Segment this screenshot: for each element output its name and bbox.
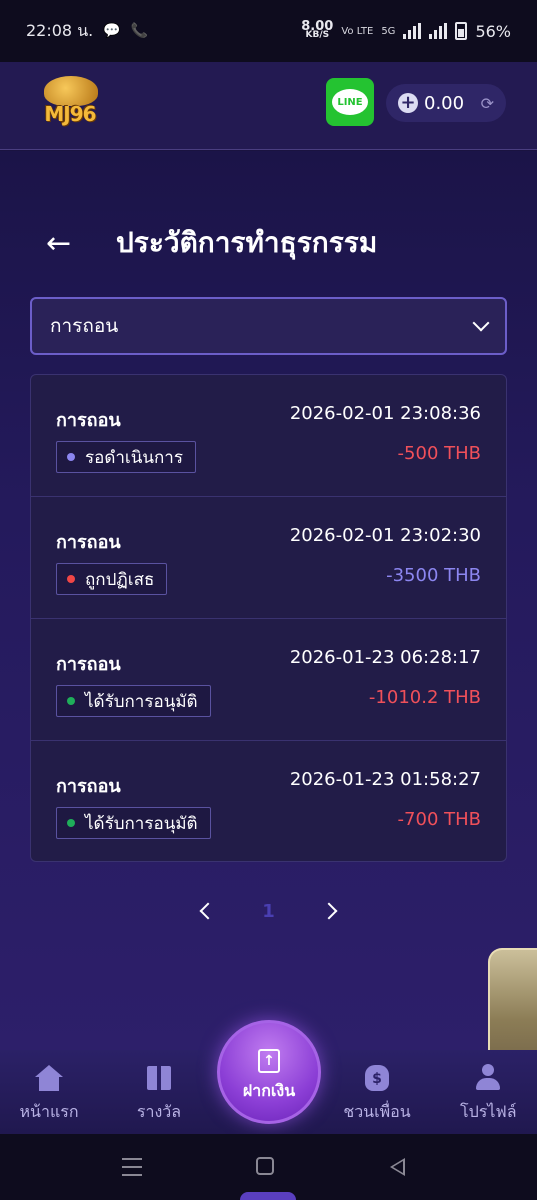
home-icon (35, 1065, 63, 1091)
balance-value: 0.00 (424, 92, 465, 114)
transaction-type: การถอน (56, 410, 121, 431)
volte-icon: Vo LTE (341, 25, 374, 37)
status-dot (67, 453, 75, 461)
status-bar: 22:08 น. 💬 📞 8.00 KB/S Vo LTE 5G 56% (0, 0, 537, 62)
gift-icon (147, 1066, 171, 1090)
deposit-button[interactable]: ↑ ฝากเงิน (217, 1020, 321, 1124)
page-title: ประวัติการทำธุรกรรม (116, 226, 378, 259)
nav-invite-label: ชวนเพื่อน (343, 1102, 411, 1121)
plus-icon[interactable]: + (398, 93, 418, 113)
network-speed: 8.00 KB/S (301, 19, 334, 40)
line-button[interactable]: LINE (326, 78, 374, 126)
signal-icon-2 (429, 23, 448, 39)
app-header: MJ96 LINE + 0.00 ⟳ (0, 62, 537, 150)
title-bar: ← ประวัติการทำธุรกรรม (46, 221, 377, 265)
bottom-nav: หน้าแรก รางวัล ↑ ฝากเงิน $ ชวนเพื่อน โปร… (0, 1020, 537, 1134)
status-badge: ได้รับการอนุมัติ (56, 807, 211, 839)
status-badge: ถูกปฏิเสธ (56, 563, 168, 595)
home-button-icon[interactable] (256, 1157, 274, 1175)
chat-icon: 💬 (103, 23, 121, 39)
network-type: 5G (381, 25, 396, 37)
list-item[interactable]: การถอน 2026-01-23 01:58:27 ได้รับการอนุม… (31, 741, 506, 861)
transaction-amount: -3500 THB (386, 565, 481, 586)
pagination: 1 (0, 891, 537, 931)
nav-home[interactable]: หน้าแรก (4, 1062, 94, 1125)
list-item[interactable]: การถอน 2026-02-01 23:08:36 รอดำเนินการ -… (31, 375, 506, 497)
nav-rewards-label: รางวัล (136, 1102, 182, 1121)
transaction-type: การถอน (56, 654, 121, 675)
transaction-amount: -700 THB (397, 809, 481, 830)
main-content: ← ประวัติการทำธุรกรรม การถอน การถอน 2026… (0, 151, 537, 1051)
page-number[interactable]: 1 (262, 901, 275, 922)
transaction-amount: -500 THB (397, 443, 481, 464)
nav-profile[interactable]: โปรไฟล์ (440, 1062, 537, 1125)
logo-text: MJ96 (44, 102, 96, 126)
status-dot (67, 575, 75, 583)
battery-percent: 56% (475, 21, 511, 41)
deposit-icon: ↑ (258, 1049, 280, 1073)
transaction-amount: -1010.2 THB (368, 687, 481, 708)
transaction-type-select[interactable]: การถอน (30, 297, 507, 355)
refresh-icon[interactable]: ⟳ (481, 94, 494, 113)
clock: 22:08 น. (26, 20, 94, 40)
list-item[interactable]: การถอน 2026-01-23 06:28:17 ได้รับการอนุม… (31, 619, 506, 741)
deposit-label: ฝากเงิน (242, 1081, 296, 1100)
status-badge: ได้รับการอนุมัติ (56, 685, 211, 717)
line-icon: LINE (332, 89, 368, 115)
battery-icon (455, 22, 468, 40)
status-badge: รอดำเนินการ (56, 441, 196, 473)
recents-icon[interactable] (122, 1158, 142, 1176)
nav-profile-label: โปรไฟล์ (460, 1102, 517, 1121)
filter-value: การถอน (50, 315, 119, 337)
user-icon (476, 1064, 500, 1092)
nav-rewards[interactable]: รางวัล (114, 1062, 204, 1125)
signal-icon (403, 23, 422, 39)
transaction-datetime: 2026-01-23 01:58:27 (289, 769, 481, 790)
next-page-icon[interactable] (320, 902, 338, 920)
status-label: รอดำเนินการ (85, 447, 183, 468)
transaction-type: การถอน (56, 776, 121, 797)
deposit-glow (240, 1192, 296, 1200)
status-label: ได้รับการอนุมัติ (85, 691, 198, 712)
system-nav-bar (0, 1134, 537, 1200)
nav-invite[interactable]: $ ชวนเพื่อน (332, 1062, 422, 1125)
transaction-datetime: 2026-01-23 06:28:17 (289, 647, 481, 668)
money-bag-icon: $ (365, 1065, 389, 1091)
nav-home-label: หน้าแรก (19, 1102, 79, 1121)
transaction-datetime: 2026-02-01 23:08:36 (289, 403, 481, 424)
call-icon: 📞 (130, 23, 149, 39)
chevron-down-icon (472, 314, 490, 332)
status-dot (67, 819, 75, 827)
status-label: ได้รับการอนุมัติ (85, 813, 198, 834)
list-item[interactable]: การถอน 2026-02-01 23:02:30 ถูกปฏิเสธ -35… (31, 497, 506, 619)
balance-widget: + 0.00 ⟳ (386, 84, 506, 122)
back-icon[interactable] (390, 1158, 405, 1176)
status-label: ถูกปฏิเสธ (85, 569, 155, 590)
transaction-type: การถอน (56, 532, 121, 553)
prev-page-icon[interactable] (199, 902, 217, 920)
back-arrow-icon[interactable]: ← (46, 226, 76, 261)
status-dot (67, 697, 75, 705)
site-logo[interactable]: MJ96 (36, 76, 104, 134)
transaction-datetime: 2026-02-01 23:02:30 (289, 525, 481, 546)
transaction-list: การถอน 2026-02-01 23:08:36 รอดำเนินการ -… (30, 374, 507, 862)
